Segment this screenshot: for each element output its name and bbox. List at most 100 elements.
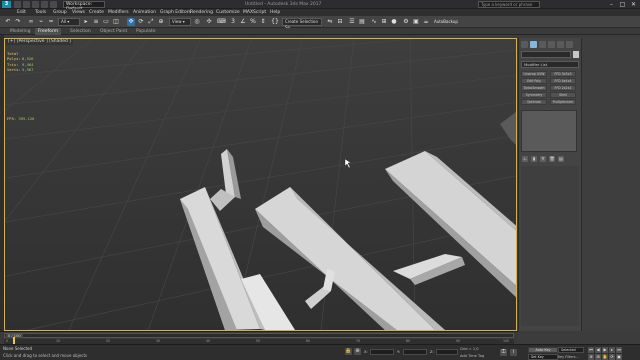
workspace-dropdown[interactable]: Workspace: Default [63,1,105,12]
menu-rendering[interactable]: Rendering [190,9,213,16]
default-tangent-icon[interactable]: ⌇ [510,349,517,356]
select-by-name-icon[interactable]: ≡ [92,18,100,26]
menu-graph-editors[interactable]: Graph Editors [160,9,191,16]
autobackup-toggle[interactable]: AutoBackup [434,18,470,26]
play-icon[interactable]: ▶ [602,347,608,353]
percent-snap-icon[interactable]: % [249,18,257,26]
angle-snap-icon[interactable]: ∠ [239,18,247,26]
previous-frame-icon[interactable]: ◀ [595,347,601,353]
selection-filter-dropdown[interactable]: All ▾ [58,18,80,26]
modifier-button[interactable]: FFD 4x4x4 [550,78,576,84]
undo-icon[interactable] [41,1,48,8]
pivot-center-icon[interactable]: ◎ [193,18,201,26]
menu-create[interactable]: Create [89,9,104,16]
menu-tools[interactable]: Tools [35,9,46,16]
keyboard-shortcut-override-icon[interactable]: ⌨ [217,18,226,26]
layer-explorer-icon[interactable]: ▤ [358,18,366,26]
tab-selection[interactable]: Selection [70,28,91,35]
pan-view-icon[interactable]: ✋ [602,354,608,360]
display-tab-icon[interactable] [557,41,564,48]
modifier-button[interactable]: FFD 3x3x3 [550,71,576,77]
curve-editor-icon[interactable]: ∿ [370,18,378,26]
align-icon[interactable]: ⊟ [336,18,344,26]
x-coordinate-field[interactable] [370,349,394,355]
utilities-tab-icon[interactable] [566,41,573,48]
show-end-result-icon[interactable]: ▮ [531,156,537,162]
redo-icon[interactable] [50,1,57,8]
selection-set-dropdown[interactable]: Selected [558,347,584,353]
maximize-viewport-icon[interactable]: ▣ [616,354,622,360]
modifier-button[interactable]: Edit Poly [521,78,547,84]
time-slider[interactable]: 0 / 100 [4,333,514,338]
search-input[interactable]: Type a keyword or phrase [478,1,540,8]
undo-icon[interactable]: ↶ [4,18,12,26]
modifier-button[interactable]: Shell [550,92,576,98]
close-button[interactable]: ✕ [628,0,639,9]
zoom-icon[interactable]: ⊕ [588,354,594,360]
modifier-button[interactable]: TurboSmooth [521,85,547,91]
snaps-toggle-icon[interactable]: 3 [229,18,237,26]
hierarchy-tab-icon[interactable] [539,41,546,48]
add-time-tag[interactable]: Add Time Tag [460,354,484,358]
menu-modifiers[interactable]: Modifiers [108,9,129,16]
select-manipulate-icon[interactable]: ✣ [205,18,213,26]
reference-coordinate-dropdown[interactable]: View ▾ [169,18,191,26]
menu-maxscript[interactable]: MAXScript [243,9,266,16]
menu-help[interactable]: Help [270,9,280,16]
y-coordinate-field[interactable] [403,349,427,355]
modifier-button[interactable]: Unwrap UVW [521,71,547,77]
edit-named-selection-icon[interactable]: {} [271,18,279,26]
tab-populate[interactable]: Populate [136,28,156,35]
modifier-button[interactable]: Optimize [521,99,547,105]
menu-edit[interactable]: Edit [17,9,26,16]
scene-explorer-icon[interactable]: ☰ [348,18,356,26]
open-file-icon[interactable] [23,1,30,8]
select-place-icon[interactable]: ⊕ [157,18,165,26]
menu-views[interactable]: Views [72,9,85,16]
new-file-icon[interactable] [14,1,21,8]
auto-key-button[interactable]: Auto Key [528,347,558,353]
render-setup-icon[interactable]: ⚙ [402,18,410,26]
link-icon[interactable]: ∞ [27,18,35,26]
spinner-snap-icon[interactable]: ⇕ [259,18,267,26]
modifier-list-dropdown[interactable]: Modifier List [521,61,579,68]
configure-modifier-sets-icon[interactable]: ▤ [558,156,564,162]
make-unique-icon[interactable]: ∀ [540,156,546,162]
set-key-button[interactable]: Set Key [528,354,558,360]
minimize-button[interactable]: – [606,0,617,9]
go-to-end-icon[interactable]: ⏭ [616,347,622,353]
named-selection-dropdown[interactable]: Create Selection Se [282,18,322,30]
menu-animation[interactable]: Animation [133,9,156,16]
viewport-label[interactable]: [+] [Perspective ] [Shaded ] [6,39,74,45]
zoom-all-icon[interactable]: ⊞ [595,354,601,360]
modifier-button[interactable]: FFD 2x2x2 [550,85,576,91]
bind-spacewarp-icon[interactable]: ≈ [47,18,55,26]
window-crossing-icon[interactable]: ◫ [112,18,120,26]
redo-icon[interactable]: ↷ [14,18,22,26]
z-coordinate-field[interactable] [436,349,458,355]
modifier-stack[interactable] [521,110,577,152]
next-frame-icon[interactable]: ▸ [609,347,615,353]
create-tab-icon[interactable] [521,41,528,48]
set-key-mode-icon[interactable]: ⚿ [500,349,507,356]
rectangular-selection-icon[interactable]: ▭ [102,18,110,26]
unlink-icon[interactable]: ⌁ [37,18,45,26]
pin-stack-icon[interactable]: ⊥ [522,156,528,162]
perspective-viewport[interactable]: [+] [Perspective ] [Shaded ] Total Polys… [4,38,517,331]
orbit-icon[interactable]: ⟳ [609,354,615,360]
select-rotate-icon[interactable]: ⟳ [137,18,145,26]
key-filters-button[interactable]: Key Filters... [558,354,584,360]
modifier-button[interactable]: Symmetry [521,92,547,98]
lock-selection-icon[interactable]: 🔒 [345,348,352,355]
select-scale-icon[interactable]: ⤢ [147,18,155,26]
rendered-frame-window-icon[interactable]: ▣ [412,18,420,26]
menu-group[interactable]: Group [53,9,67,16]
go-to-start-icon[interactable]: ⏮ [588,347,594,353]
tab-freeform[interactable]: Freeform [35,28,62,35]
menu-customize[interactable]: Customize [216,9,240,16]
app-logo[interactable]: 3 [2,1,11,8]
select-object-icon[interactable]: ▸ [82,18,90,26]
select-move-icon[interactable]: ✥ [127,18,135,26]
motion-tab-icon[interactable] [548,41,555,48]
absolute-mode-icon[interactable]: ⊕ [354,348,361,355]
